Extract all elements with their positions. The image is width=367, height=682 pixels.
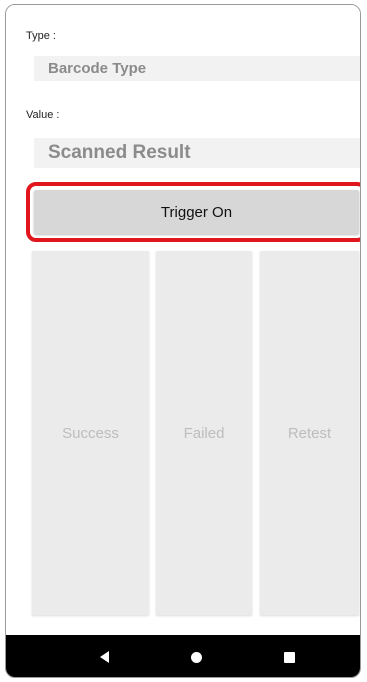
barcode-type-display: Barcode Type xyxy=(34,56,360,81)
success-button[interactable]: Success xyxy=(32,251,149,615)
value-label: Value : xyxy=(26,109,60,121)
phone-frame: Type : Barcode Type Value : Scanned Resu… xyxy=(5,4,361,678)
type-label: Type : xyxy=(26,30,56,42)
navigation-bar xyxy=(6,635,360,677)
failed-button[interactable]: Failed xyxy=(156,251,252,615)
back-icon[interactable] xyxy=(84,635,124,677)
trigger-on-button[interactable]: Trigger On xyxy=(34,190,359,234)
back-triangle-icon xyxy=(99,651,109,663)
home-icon[interactable] xyxy=(176,635,216,677)
recents-square-icon xyxy=(283,651,295,663)
recents-icon[interactable] xyxy=(269,635,309,677)
scanned-result-display: Scanned Result xyxy=(34,138,360,168)
retest-button[interactable]: Retest xyxy=(260,251,359,615)
app-screen: Type : Barcode Type Value : Scanned Resu… xyxy=(6,5,360,635)
home-circle-icon xyxy=(190,651,202,663)
